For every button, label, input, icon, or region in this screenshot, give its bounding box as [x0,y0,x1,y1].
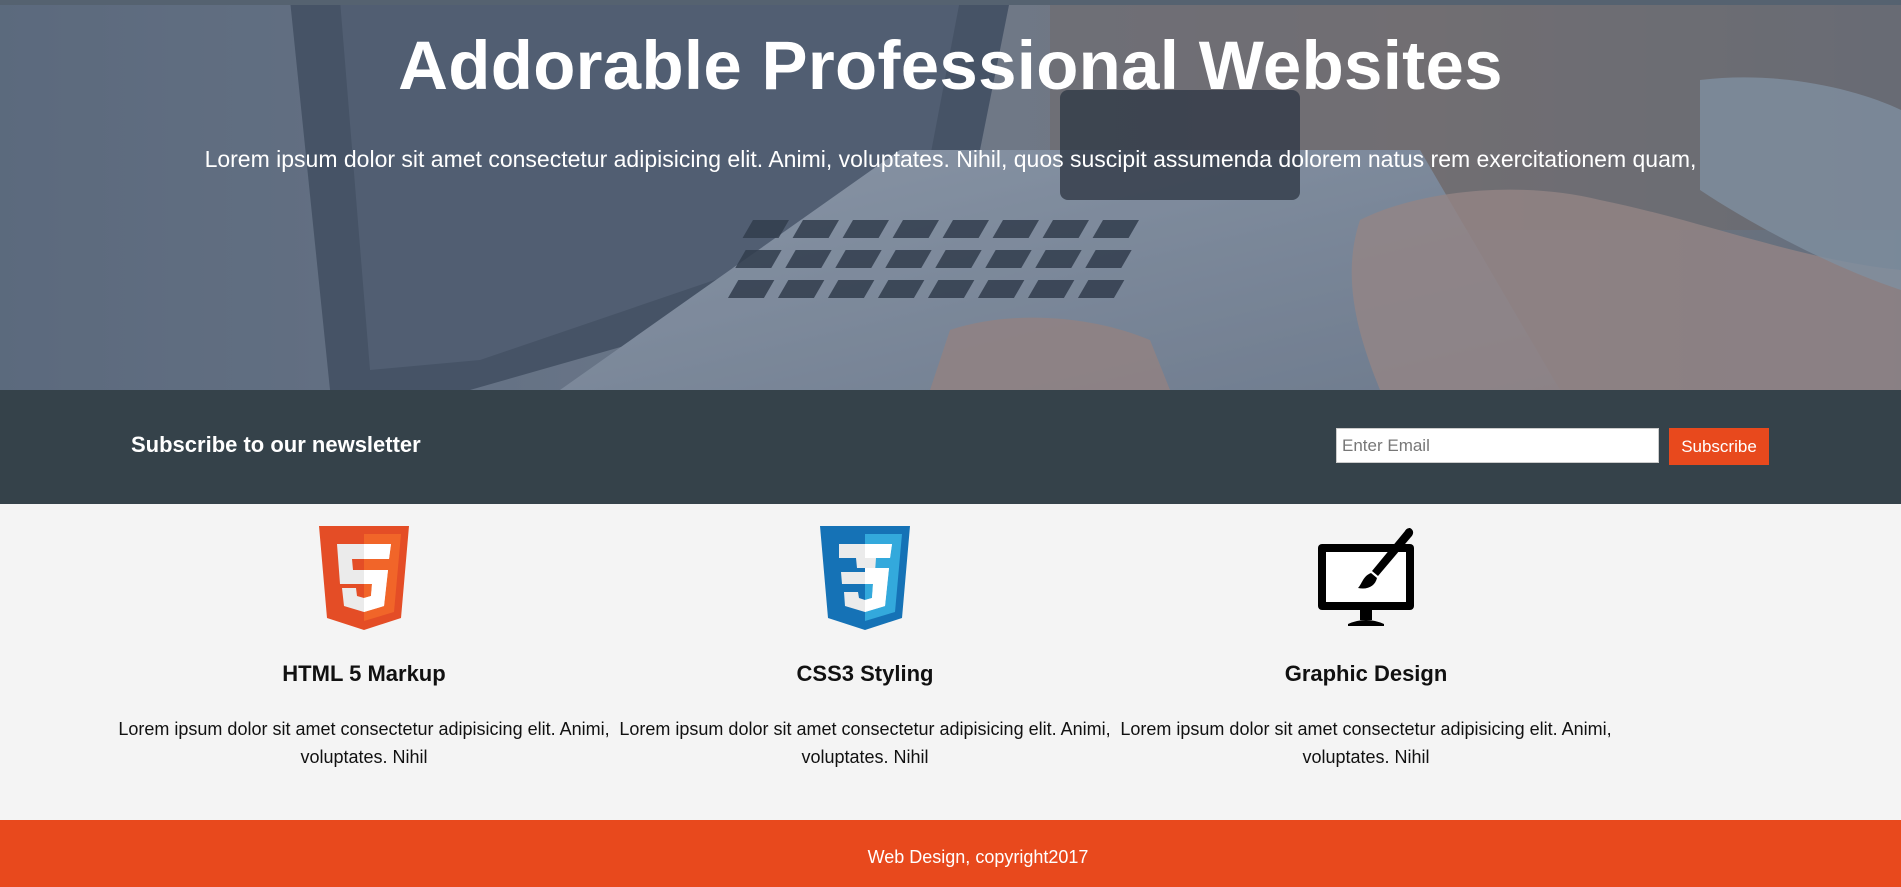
features-section: HTML 5 Markup Lorem ipsum dolor sit amet… [0,504,1901,820]
monitor-brush-icon [1318,528,1414,626]
feature-text: Lorem ipsum dolor sit amet consectetur a… [1120,719,1612,767]
hero-title: Addorable Professional Websites [398,27,1503,104]
feature-title: CSS3 Styling [796,661,934,686]
email-input[interactable] [1336,428,1659,463]
showcase-hero: Addorable Professional Websites Lorem ip… [0,0,1901,390]
html5-logo-icon [319,526,409,630]
newsletter-bar: Subscribe to our newsletter Subscribe [0,390,1901,504]
css3-logo-icon [820,526,910,630]
footer-copyright: Web Design, copyright2017 [867,847,1089,867]
subscribe-button[interactable]: Subscribe [1669,428,1769,465]
top-border [0,0,1901,5]
feature-title: Graphic Design [1284,661,1448,686]
hero-text: Lorem ipsum dolor sit amet consectetur a… [204,146,1697,172]
newsletter-heading: Subscribe to our newsletter [131,432,421,457]
feature-text: Lorem ipsum dolor sit amet consectetur a… [619,719,1111,767]
feature-title: HTML 5 Markup [282,661,446,686]
page: Addorable Professional Websites Lorem ip… [0,0,1901,887]
feature-text: Lorem ipsum dolor sit amet consectetur a… [118,719,610,767]
footer: Web Design, copyright2017 [0,820,1901,887]
